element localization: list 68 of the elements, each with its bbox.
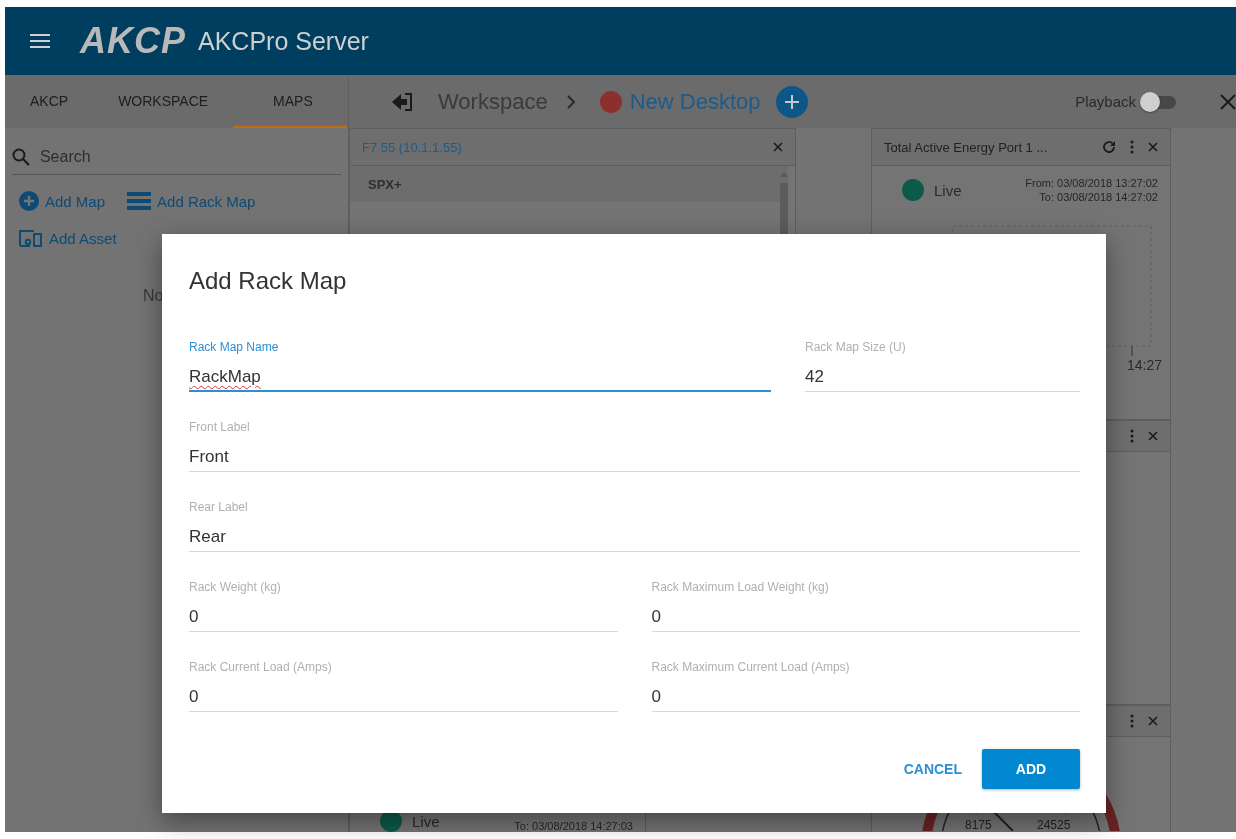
close-icon[interactable] bbox=[1148, 142, 1158, 152]
text-field[interactable]: Rack Current Load (Amps) 0 bbox=[189, 660, 618, 712]
field-value: 42 bbox=[805, 366, 824, 388]
text-field[interactable]: Front Label Front bbox=[189, 420, 1080, 472]
search-icon bbox=[12, 148, 30, 166]
field-label: Rack Weight (kg) bbox=[189, 580, 282, 595]
field-label: Rack Map Name bbox=[189, 340, 280, 355]
refresh-icon[interactable] bbox=[1102, 140, 1116, 154]
field-value: 0 bbox=[189, 606, 199, 628]
field-label: Rack Map Size (U) bbox=[805, 340, 907, 355]
empty-message: No bbox=[143, 287, 165, 305]
search-field[interactable]: Search bbox=[37, 147, 341, 167]
field-label: Rear Label bbox=[189, 500, 249, 515]
widget-title: Total Active Energy Port 1 ... bbox=[884, 139, 1049, 155]
logo: AKCP bbox=[80, 20, 186, 62]
from-time: From: 03/08/2018 13:27:02 bbox=[1025, 176, 1158, 190]
app-title: AKCPro Server bbox=[198, 26, 369, 56]
tab[interactable]: WORKSPACE bbox=[93, 75, 234, 128]
close-icon[interactable] bbox=[1148, 716, 1158, 726]
text-field[interactable]: Rack Weight (kg) 0 bbox=[189, 580, 618, 632]
desktop-title: New Desktop bbox=[629, 88, 761, 115]
field-value: 0 bbox=[651, 606, 661, 628]
text-field[interactable]: Rack Maximum Load Weight (kg) 0 bbox=[651, 580, 1080, 632]
menu-icon[interactable] bbox=[30, 34, 50, 48]
add-link[interactable]: Add Asset bbox=[19, 229, 117, 247]
widget-title: F7 55 (10.1.1.55) bbox=[362, 139, 463, 155]
devices-icon bbox=[19, 229, 43, 247]
to-time: To: 03/08/2018 14:27:03 bbox=[514, 819, 633, 832]
status-dot-icon bbox=[599, 90, 622, 113]
more-vertical-icon[interactable] bbox=[1130, 429, 1134, 443]
playback-toggle[interactable] bbox=[1140, 91, 1178, 112]
close-icon[interactable] bbox=[1148, 431, 1158, 441]
add-link[interactable]: Add Map bbox=[19, 191, 106, 211]
to-time: To: 03/08/2018 14:27:02 bbox=[1038, 190, 1158, 204]
close-icon[interactable] bbox=[773, 142, 783, 152]
text-field[interactable]: Rack Maximum Current Load (Amps) 0 bbox=[651, 660, 1080, 712]
add-link[interactable]: Add Rack Map bbox=[127, 191, 256, 211]
field-value: Front bbox=[189, 446, 229, 468]
field-label: Rack Maximum Current Load (Amps) bbox=[651, 660, 851, 675]
playback-label: Playback bbox=[1075, 93, 1136, 110]
field-value: 0 bbox=[189, 686, 199, 708]
field-value: Rear bbox=[189, 526, 226, 548]
more-vertical-icon[interactable] bbox=[1130, 714, 1134, 728]
more-vertical-icon[interactable] bbox=[1130, 140, 1134, 154]
text-field[interactable]: Rack Map Size (U) 42 bbox=[805, 340, 1080, 392]
text-field[interactable]: Rear Label Rear bbox=[189, 500, 1080, 552]
text-field[interactable]: Rack Map Name RackMap bbox=[189, 340, 771, 392]
dialog-title: Add Rack Map bbox=[189, 266, 348, 296]
plus-circle-icon bbox=[19, 191, 39, 211]
rack-icon bbox=[127, 192, 152, 210]
axis-label: 14:27 bbox=[1127, 357, 1163, 373]
device-row[interactable]: SPX+ bbox=[350, 166, 788, 202]
chevron-right-icon bbox=[565, 94, 576, 109]
add-desktop-button[interactable] bbox=[776, 85, 809, 118]
field-value: 0 bbox=[651, 686, 661, 708]
tab[interactable]: MAPS bbox=[233, 75, 347, 128]
live-status-dot bbox=[902, 179, 924, 201]
field-label: Rack Maximum Load Weight (kg) bbox=[651, 580, 830, 595]
back-arrow-icon[interactable] bbox=[391, 91, 413, 112]
close-icon[interactable] bbox=[1220, 93, 1236, 110]
field-label: Rack Current Load (Amps) bbox=[189, 660, 333, 675]
add-button[interactable]: ADD bbox=[982, 749, 1080, 789]
live-label: Live bbox=[412, 812, 440, 830]
live-label: Live bbox=[934, 181, 962, 199]
tab[interactable]: AKCP bbox=[5, 75, 94, 128]
cancel-button[interactable]: CANCEL bbox=[903, 749, 962, 789]
field-label: Front Label bbox=[189, 420, 251, 435]
field-value: RackMap bbox=[189, 366, 261, 388]
